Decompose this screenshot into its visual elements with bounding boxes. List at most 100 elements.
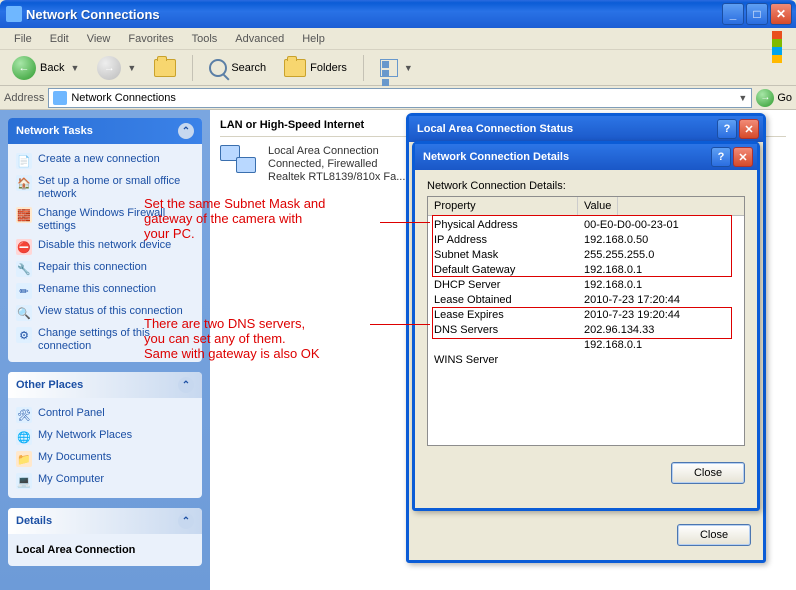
task-create-connection[interactable]: 📄Create a new connection: [16, 150, 194, 172]
window-titlebar: Network Connections _ □ ✕: [0, 0, 796, 28]
address-label: Address: [4, 92, 44, 104]
table-row: Default Gateway192.168.0.1: [428, 263, 744, 278]
details-title: Details: [16, 515, 52, 527]
value-cell: 192.168.0.1: [578, 278, 642, 293]
details-dialog: Network Connection Details ? ✕ Network C…: [412, 141, 760, 511]
value-cell: 2010-7-23 19:20:44: [578, 308, 680, 323]
connection-device: Realtek RTL8139/810x Fa...: [268, 171, 405, 184]
annotation-line-1: [380, 222, 430, 223]
close-button[interactable]: ✕: [770, 3, 792, 25]
status-dialog-title: Local Area Connection Status: [417, 123, 573, 135]
place-my-computer[interactable]: 💻My Computer: [16, 470, 194, 492]
folders-button[interactable]: Folders: [278, 56, 353, 80]
folders-icon: [284, 59, 306, 77]
place-my-documents[interactable]: 📁My Documents: [16, 448, 194, 470]
search-button[interactable]: Search: [203, 56, 272, 80]
annotation-line-2: [370, 324, 430, 325]
details-table: Property Value Physical Address00-E0-D0-…: [427, 196, 745, 446]
table-row: 192.168.0.1: [428, 338, 744, 353]
menu-edit[interactable]: Edit: [42, 31, 77, 47]
address-bar: Address Network Connections ▼ → Go: [0, 86, 796, 110]
forward-dropdown-icon[interactable]: ▼: [127, 63, 136, 73]
table-row: DHCP Server192.168.0.1: [428, 278, 744, 293]
property-cell: [428, 338, 578, 353]
go-arrow-icon: →: [756, 89, 774, 107]
go-button[interactable]: → Go: [756, 89, 792, 107]
collapse-icon[interactable]: ⌃: [178, 123, 194, 139]
back-arrow-icon: ←: [12, 56, 36, 80]
status-help-button[interactable]: ?: [717, 119, 737, 139]
views-icon: [380, 59, 398, 77]
views-dropdown-icon[interactable]: ▼: [404, 63, 413, 73]
place-network-places[interactable]: 🌐My Network Places: [16, 426, 194, 448]
col-property[interactable]: Property: [428, 197, 578, 215]
property-cell: Lease Expires: [428, 308, 578, 323]
back-dropdown-icon[interactable]: ▼: [70, 63, 79, 73]
value-cell: 192.168.0.50: [578, 233, 648, 248]
other-places-header[interactable]: Other Places ⌃: [8, 372, 202, 398]
value-cell: 192.168.0.1: [578, 263, 642, 278]
value-cell: [578, 353, 584, 368]
up-button[interactable]: [148, 56, 182, 80]
menu-advanced[interactable]: Advanced: [227, 31, 292, 47]
menu-help[interactable]: Help: [294, 31, 333, 47]
toolbar: ← Back ▼ → ▼ Search Folders ▼: [0, 50, 796, 86]
value-cell: 00-E0-D0-00-23-01: [578, 218, 679, 233]
value-cell: 2010-7-23 17:20:44: [578, 293, 680, 308]
menu-favorites[interactable]: Favorites: [120, 31, 181, 47]
details-close-btn[interactable]: Close: [671, 462, 745, 484]
task-rename[interactable]: ✏Rename this connection: [16, 280, 194, 302]
views-button[interactable]: ▼: [374, 56, 419, 80]
details-dialog-titlebar: Network Connection Details ? ✕: [415, 144, 757, 170]
value-cell: 255.255.255.0: [578, 248, 654, 263]
search-label: Search: [231, 62, 266, 74]
other-places-panel: Other Places ⌃ 🛠Control Panel 🌐My Networ…: [8, 372, 202, 498]
back-button[interactable]: ← Back ▼: [6, 53, 85, 83]
status-dialog-titlebar: Local Area Connection Status ? ✕: [409, 116, 763, 142]
table-row: DNS Servers202.96.134.33: [428, 323, 744, 338]
go-label: Go: [777, 92, 792, 104]
minimize-button[interactable]: _: [722, 3, 744, 25]
maximize-button[interactable]: □: [746, 3, 768, 25]
menu-view[interactable]: View: [79, 31, 119, 47]
other-places-title: Other Places: [16, 379, 83, 391]
forward-button[interactable]: → ▼: [91, 53, 142, 83]
annotation-dns: There are two DNS servers, you can set a…: [144, 316, 320, 361]
col-value[interactable]: Value: [578, 197, 618, 215]
property-cell: Default Gateway: [428, 263, 578, 278]
connection-status: Connected, Firewalled: [268, 158, 405, 171]
address-input[interactable]: Network Connections ▼: [48, 88, 752, 108]
table-row: WINS Server: [428, 353, 744, 368]
menu-bar: File Edit View Favorites Tools Advanced …: [0, 28, 796, 50]
status-close-btn[interactable]: Close: [677, 524, 751, 546]
toolbar-divider: [363, 55, 364, 81]
property-cell: WINS Server: [428, 353, 578, 368]
status-close-button[interactable]: ✕: [739, 119, 759, 139]
connection-icon: [220, 145, 260, 181]
forward-arrow-icon: →: [97, 56, 121, 80]
connection-name: Local Area Connection: [268, 145, 405, 158]
menu-file[interactable]: File: [6, 31, 40, 47]
up-folder-icon: [154, 59, 176, 77]
table-row: Lease Expires2010-7-23 19:20:44: [428, 308, 744, 323]
details-close-button[interactable]: ✕: [733, 147, 753, 167]
address-dropdown-icon[interactable]: ▼: [738, 93, 747, 103]
property-cell: DNS Servers: [428, 323, 578, 338]
details-help-button[interactable]: ?: [711, 147, 731, 167]
value-cell: 192.168.0.1: [578, 338, 642, 353]
toolbar-divider: [192, 55, 193, 81]
collapse-icon[interactable]: ⌃: [178, 377, 194, 393]
collapse-icon[interactable]: ⌃: [178, 513, 194, 529]
network-tasks-header[interactable]: Network Tasks ⌃: [8, 118, 202, 144]
place-control-panel[interactable]: 🛠Control Panel: [16, 404, 194, 426]
details-connection-name: Local Area Connection: [16, 540, 194, 560]
menu-tools[interactable]: Tools: [184, 31, 226, 47]
details-panel: Details ⌃ Local Area Connection: [8, 508, 202, 566]
details-header[interactable]: Details ⌃: [8, 508, 202, 534]
details-subtitle: Network Connection Details:: [427, 180, 745, 192]
network-tasks-title: Network Tasks: [16, 125, 93, 137]
task-repair[interactable]: 🔧Repair this connection: [16, 258, 194, 280]
property-cell: DHCP Server: [428, 278, 578, 293]
back-label: Back: [40, 62, 64, 74]
address-value: Network Connections: [71, 92, 176, 104]
